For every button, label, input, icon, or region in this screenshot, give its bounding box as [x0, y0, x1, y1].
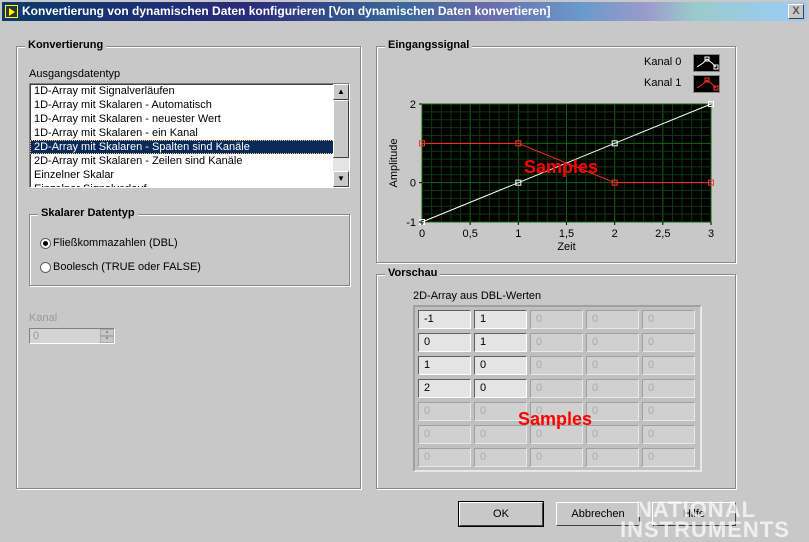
- y-tick-label: -1: [406, 217, 416, 229]
- array-cell[interactable]: 0: [642, 379, 695, 398]
- array-cell[interactable]: 0: [586, 356, 639, 375]
- y-tick-label: 0: [410, 178, 416, 190]
- array-cell[interactable]: 0: [530, 356, 583, 375]
- array-label: 2D-Array aus DBL-Werten: [413, 290, 541, 302]
- array-cell[interactable]: 0: [586, 310, 639, 329]
- title-bar: Konvertierung von dynamischen Daten konf…: [2, 2, 807, 21]
- list-item[interactable]: 1D-Array mit Skalaren - ein Kanal: [30, 126, 349, 140]
- samples-watermark: Samples: [518, 409, 592, 430]
- array-cell[interactable]: 0: [586, 425, 639, 444]
- scrollbar-thumb[interactable]: [333, 100, 349, 158]
- array-cell[interactable]: 0: [474, 379, 527, 398]
- x-tick-label: 0: [419, 228, 425, 240]
- radio-boolean[interactable]: [40, 262, 51, 273]
- array-cell[interactable]: 0: [530, 448, 583, 467]
- array-cell[interactable]: 2: [418, 379, 471, 398]
- array-cell[interactable]: -1: [418, 310, 471, 329]
- y-axis-label: Amplitude: [388, 139, 400, 188]
- group-title: Konvertierung: [25, 39, 106, 51]
- list-item[interactable]: 1D-Array mit Skalaren - neuester Wert: [30, 112, 349, 126]
- scroll-up-arrow-icon[interactable]: ▲: [333, 84, 349, 100]
- output-type-listbox[interactable]: 1D-Array mit Signalverläufen1D-Array mit…: [29, 83, 350, 188]
- list-item[interactable]: 2D-Array mit Skalaren - Spalten sind Kan…: [30, 140, 349, 154]
- close-button[interactable]: X: [788, 4, 804, 19]
- labview-app-icon: [5, 5, 18, 18]
- list-item[interactable]: 2D-Array mit Skalaren - Zeilen sind Kanä…: [30, 154, 349, 168]
- array-cell[interactable]: 0: [418, 448, 471, 467]
- array-cell[interactable]: 0: [642, 333, 695, 352]
- list-item[interactable]: Einzelner Skalar: [30, 168, 349, 182]
- radio-boolean-label[interactable]: Boolesch (TRUE oder FALSE): [53, 261, 201, 273]
- array-cell[interactable]: 0: [642, 356, 695, 375]
- kanal-value: 0: [33, 330, 39, 342]
- legend-plot-icon-kanal-0[interactable]: [693, 54, 720, 72]
- list-item[interactable]: Einzelner Signalverlauf: [30, 182, 349, 188]
- x-tick-label: 1: [515, 228, 521, 240]
- ok-button[interactable]: OK: [459, 502, 543, 526]
- window-title: Konvertierung von dynamischen Daten konf…: [22, 4, 551, 18]
- array-cell[interactable]: 0: [530, 379, 583, 398]
- cancel-button[interactable]: Abbrechen: [556, 502, 640, 526]
- radio-dbl[interactable]: [40, 238, 51, 249]
- decrement-icon[interactable]: ▼: [100, 336, 114, 343]
- help-button[interactable]: Hilfe: [652, 502, 736, 526]
- x-tick-label: 1,5: [559, 228, 574, 240]
- increment-icon[interactable]: ▲: [100, 329, 114, 336]
- x-tick-label: 2: [612, 228, 618, 240]
- kanal-numeric-input[interactable]: 0 ▲ ▼: [29, 328, 115, 344]
- x-tick-label: 3: [708, 228, 714, 240]
- array-cell[interactable]: 0: [530, 310, 583, 329]
- list-item[interactable]: 1D-Array mit Skalaren - Automatisch: [30, 98, 349, 112]
- legend-label-kanal-1: Kanal 1: [644, 77, 681, 89]
- x-tick-label: 2,5: [655, 228, 670, 240]
- array-cell[interactable]: 0: [474, 356, 527, 375]
- array-cell[interactable]: 0: [586, 333, 639, 352]
- array-cell[interactable]: 0: [642, 310, 695, 329]
- listbox-scrollbar[interactable]: ▲ ▼: [333, 84, 349, 187]
- x-axis-label: Zeit: [557, 241, 575, 253]
- group-title: Vorschau: [385, 267, 440, 279]
- array-cell[interactable]: 0: [586, 379, 639, 398]
- array-cell[interactable]: 0: [530, 333, 583, 352]
- array-cell[interactable]: 0: [586, 448, 639, 467]
- x-tick-label: 0,5: [463, 228, 478, 240]
- array-cell[interactable]: 1: [474, 310, 527, 329]
- output-type-label: Ausgangsdatentyp: [29, 68, 120, 80]
- array-cell[interactable]: 0: [642, 448, 695, 467]
- array-cell[interactable]: 0: [642, 425, 695, 444]
- radio-dbl-label[interactable]: Fließkommazahlen (DBL): [53, 237, 178, 249]
- scalar-type-group: Skalarer Datentyp: [29, 214, 350, 286]
- group-title: Eingangssignal: [385, 39, 472, 51]
- legend-label-kanal-0: Kanal 0: [644, 56, 681, 68]
- kanal-label: Kanal: [29, 312, 57, 324]
- y-tick-label: 2: [410, 99, 416, 111]
- array-cell[interactable]: 0: [474, 448, 527, 467]
- array-cell[interactable]: 0: [418, 425, 471, 444]
- array-cell[interactable]: 0: [586, 402, 639, 421]
- array-cell[interactable]: 1: [474, 333, 527, 352]
- array-cell[interactable]: 0: [418, 402, 471, 421]
- scroll-down-arrow-icon[interactable]: ▼: [333, 171, 349, 187]
- array-cell[interactable]: 0: [418, 333, 471, 352]
- array-cell[interactable]: 1: [418, 356, 471, 375]
- list-item[interactable]: 1D-Array mit Signalverläufen: [30, 84, 349, 98]
- samples-watermark: Samples: [524, 157, 598, 178]
- group-title: Skalarer Datentyp: [38, 207, 138, 219]
- array-cell[interactable]: 0: [642, 402, 695, 421]
